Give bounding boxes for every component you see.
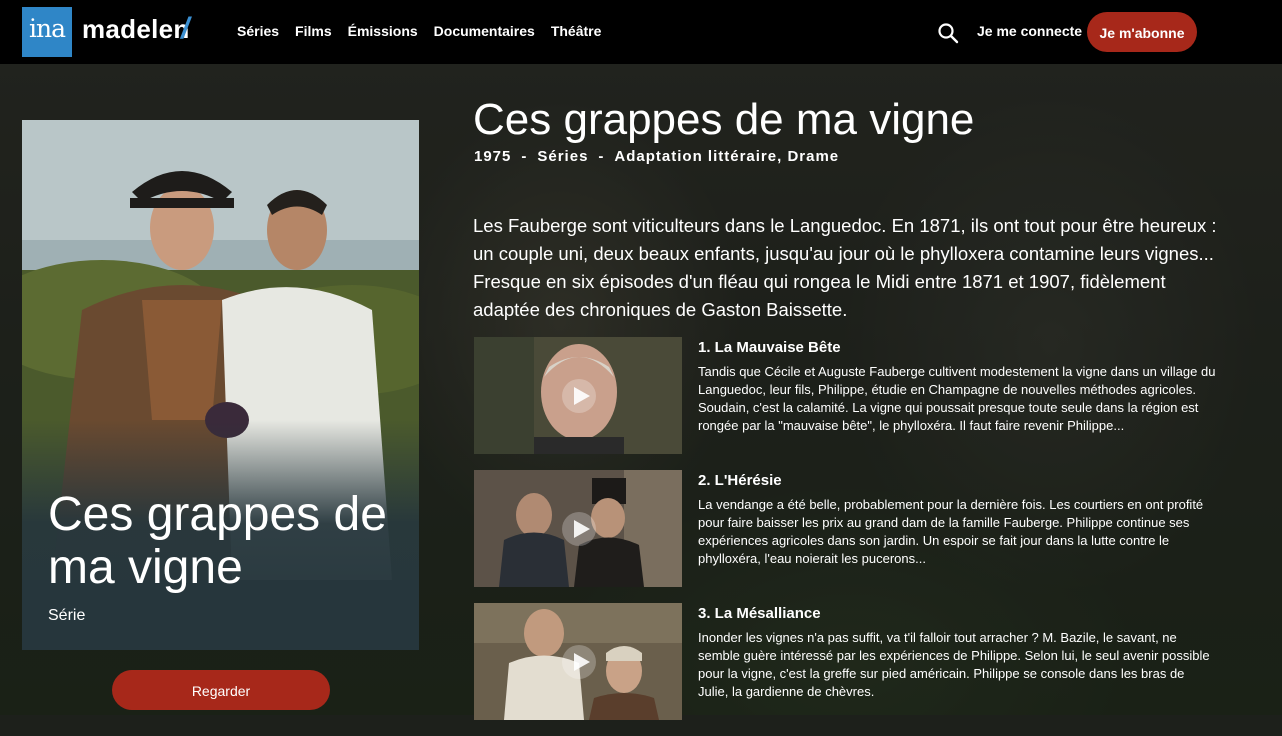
meta-separator: - [521,148,528,165]
episode-list: 1. La Mauvaise Bête Tandis que Cécile et… [474,337,1219,736]
episode-title[interactable]: 2. L'Hérésie [698,472,782,489]
madelen-logo-slash: / [181,12,190,45]
ina-logo[interactable]: ina [22,7,72,57]
nav-item-series[interactable]: Séries [237,23,279,39]
main-nav: Séries Films Émissions Documentaires Thé… [237,23,601,39]
program-category[interactable]: Séries [537,148,588,165]
episode-item[interactable]: 2. L'Hérésie La vendange a été belle, pr… [474,470,1219,587]
episode-item[interactable]: 1. La Mauvaise Bête Tandis que Cécile et… [474,337,1219,454]
episode-description: Tandis que Cécile et Auguste Fauberge cu… [698,364,1216,433]
nav-item-films[interactable]: Films [295,23,332,39]
episode-description: La vendange a été belle, probablement po… [698,497,1204,566]
page-title: Ces grappes de ma vigne [473,95,975,144]
program-year: 1975 [474,148,512,165]
program-poster: Ces grappes de ma vigne Série [22,120,419,650]
program-genres: Adaptation littéraire, Drame [614,148,840,165]
search-icon[interactable] [937,22,959,44]
play-icon[interactable] [562,645,596,679]
program-synopsis: Les Fauberge sont viticulteurs dans le L… [473,214,1217,320]
poster-title: Ces grappes de ma vigne [48,488,387,594]
madelen-logo[interactable]: madelen [82,14,190,45]
program-meta: 1975- Séries - Adaptation littéraire, Drame [474,148,839,165]
episode-thumbnail[interactable] [474,470,682,587]
watch-button[interactable]: Regarder [112,670,330,710]
subscribe-button[interactable]: Je m'abonne [1087,12,1197,52]
play-icon[interactable] [562,379,596,413]
episode-thumbnail[interactable] [474,337,682,454]
episode-title[interactable]: 1. La Mauvaise Bête [698,339,841,356]
episode-title[interactable]: 3. La Mésalliance [698,605,821,622]
poster-type-label: Série [48,607,86,624]
episode-description: Inonder les vignes n'a pas suffit, va t'… [698,630,1210,699]
play-icon[interactable] [562,512,596,546]
episode-item[interactable]: 3. La Mésalliance Inonder les vignes n'a… [474,603,1219,720]
nav-item-emissions[interactable]: Émissions [348,23,418,39]
nav-item-theatre[interactable]: Théâtre [551,23,602,39]
login-link[interactable]: Je me connecte [977,23,1082,39]
nav-item-documentaires[interactable]: Documentaires [434,23,535,39]
episode-thumbnail[interactable] [474,603,682,720]
top-navigation-bar: ina madelen / Séries Films Émissions Doc… [0,0,1282,64]
meta-separator: - [598,148,605,165]
